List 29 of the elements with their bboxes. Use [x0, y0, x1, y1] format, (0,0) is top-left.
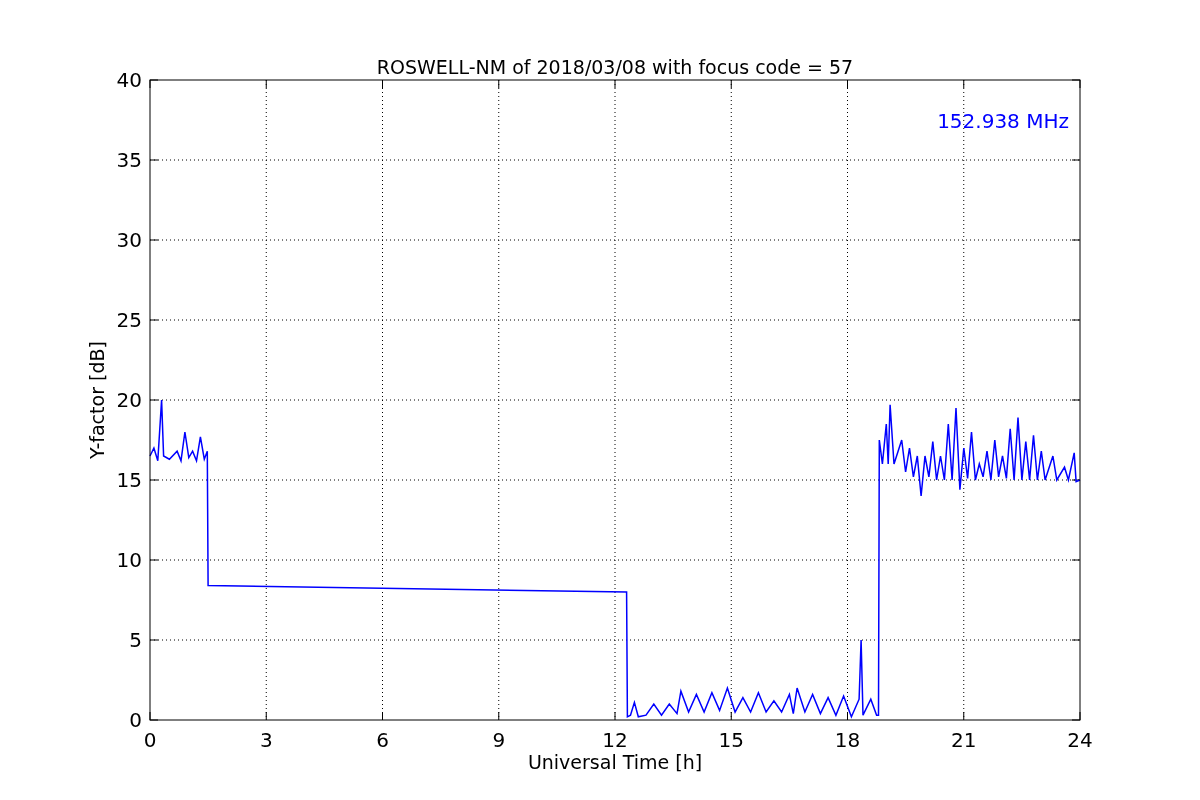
x-tick-label: 12: [602, 728, 628, 752]
y-tick-label: 25: [116, 308, 142, 332]
tick-mark: [382, 711, 383, 721]
y-tick-label: 35: [116, 148, 142, 172]
y-tick-label: 40: [116, 68, 142, 92]
tick-mark: [265, 711, 267, 721]
y-tick-label: 15: [116, 468, 142, 492]
x-tick-label: 24: [1067, 728, 1093, 752]
y-tick-label: 0: [129, 708, 142, 732]
x-tick-label: 15: [718, 728, 744, 752]
tick-mark: [498, 711, 500, 721]
x-tick-label: 21: [951, 728, 977, 752]
y-tick-label: 20: [116, 388, 142, 412]
x-tick-label: 0: [143, 728, 157, 752]
tick-mark: [730, 711, 732, 721]
tick-mark: [614, 711, 616, 721]
y-tick-label: 10: [116, 548, 142, 572]
y-tick-label: 30: [116, 228, 142, 252]
tick-mark: [847, 711, 848, 721]
x-tick-label: 18: [834, 728, 861, 752]
series-label: 152.938 MHz: [937, 109, 1069, 133]
x-tick-label: 9: [492, 728, 506, 752]
x-axis-label: Universal Time [h]: [527, 751, 703, 773]
tick-mark: [963, 711, 965, 721]
x-tick-label: 3: [259, 728, 273, 752]
chart-title: ROSWELL-NM of 2018/03/08 with focus code = 57: [376, 56, 854, 78]
y-tick-label: 5: [129, 628, 142, 652]
x-tick-label: 6: [376, 728, 389, 752]
y-axis-label: Y-factor [dB]: [86, 341, 108, 459]
